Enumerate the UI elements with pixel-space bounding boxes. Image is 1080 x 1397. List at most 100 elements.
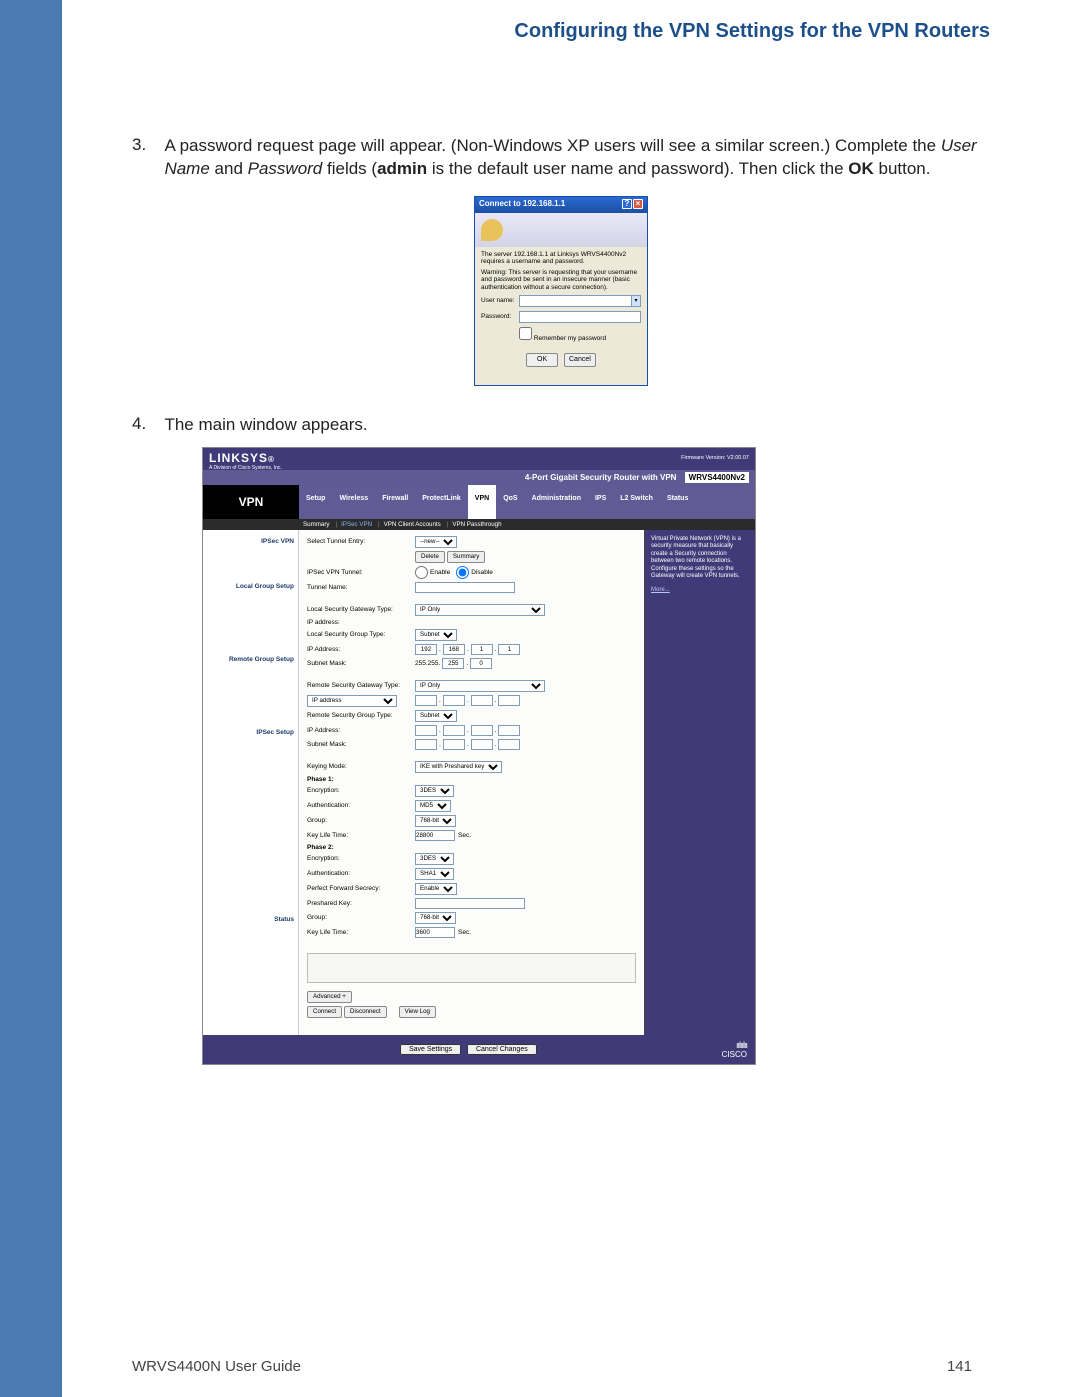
- remote-gw-ip-4[interactable]: [498, 695, 520, 706]
- enable-radio[interactable]: Enable: [415, 566, 450, 579]
- local-mask-3[interactable]: [442, 658, 464, 669]
- subtab-vpn-passthrough[interactable]: VPN Passthrough: [452, 521, 501, 528]
- p1-auth-label: Authentication:: [307, 802, 415, 809]
- router-bottom-bar: Save Settings Cancel Changes ıılıılıı CI…: [203, 1035, 755, 1064]
- local-gw-type-select[interactable]: IP Only: [415, 604, 545, 616]
- step-4-text: The main window appears.: [164, 414, 984, 437]
- local-ip-4[interactable]: [498, 644, 520, 655]
- disable-radio[interactable]: Disable: [456, 566, 493, 579]
- username-dropdown-icon[interactable]: ▾: [631, 295, 641, 307]
- remote-mask-1[interactable]: [415, 739, 437, 750]
- p1-auth-select[interactable]: MD5: [415, 800, 451, 812]
- remember-checkbox[interactable]: [519, 327, 532, 340]
- remote-ip-1[interactable]: [415, 725, 437, 736]
- cancel-changes-button[interactable]: Cancel Changes: [467, 1044, 537, 1055]
- tab-l2-switch[interactable]: L2 Switch: [613, 485, 660, 519]
- help-more-link[interactable]: More...: [651, 587, 670, 593]
- tab-protectlink[interactable]: ProtectLink: [415, 485, 468, 519]
- keying-select[interactable]: IKE with Preshared key: [415, 761, 502, 773]
- remote-ip-2[interactable]: [443, 725, 465, 736]
- xp-msg-1: The server 192.168.1.1 at Linksys WRVS44…: [481, 251, 641, 266]
- p2-enc-select[interactable]: 3DES: [415, 853, 454, 865]
- local-ip-2[interactable]: [443, 644, 465, 655]
- p2-klt-input[interactable]: [415, 927, 455, 938]
- p2-group-select[interactable]: 768-bit: [415, 912, 456, 924]
- subtab-ipsec-vpn[interactable]: IPSec VPN: [341, 521, 372, 528]
- cancel-button[interactable]: Cancel: [564, 353, 596, 367]
- subtab-summary[interactable]: Summary: [303, 521, 329, 528]
- close-icon[interactable]: ×: [633, 199, 643, 209]
- remote-mask-3[interactable]: [471, 739, 493, 750]
- remote-ip-3[interactable]: [471, 725, 493, 736]
- remote-mask-label: Subnet Mask:: [307, 741, 415, 748]
- help-icon[interactable]: ?: [622, 199, 632, 209]
- remote-group-type-label: Remote Security Group Type:: [307, 712, 415, 719]
- tab-firewall[interactable]: Firewall: [375, 485, 415, 519]
- remember-label: Remember my password: [534, 335, 606, 342]
- pfs-select[interactable]: Enable: [415, 883, 457, 895]
- connect-button[interactable]: Connect: [307, 1006, 342, 1018]
- ok-button[interactable]: OK: [526, 353, 558, 367]
- p1-group-select[interactable]: 768-bit: [415, 815, 456, 827]
- local-group-type-label: Local Security Group Type:: [307, 631, 415, 638]
- advanced-button[interactable]: Advanced +: [307, 991, 352, 1003]
- status-box: [307, 953, 636, 983]
- local-group-type-select[interactable]: Subnet: [415, 629, 457, 641]
- remote-ip-mode-select[interactable]: IP address: [307, 695, 397, 707]
- xp-msg-2: Warning: This server is requesting that …: [481, 269, 641, 291]
- tab-setup[interactable]: Setup: [299, 485, 332, 519]
- password-input[interactable]: [519, 311, 641, 323]
- tunnel-select[interactable]: --new--: [415, 536, 457, 548]
- cisco-text: CISCO: [722, 1050, 747, 1059]
- tab-wireless[interactable]: Wireless: [332, 485, 375, 519]
- remote-gw-ip-3[interactable]: [471, 695, 493, 706]
- xp-titlebar: Connect to 192.168.1.1 × ?: [475, 197, 647, 213]
- remember-checkbox-row[interactable]: Remember my password: [519, 327, 641, 342]
- tab-vpn[interactable]: VPN: [468, 485, 496, 519]
- p1-enc-select[interactable]: 3DES: [415, 785, 454, 797]
- section-logo: VPN: [203, 485, 299, 519]
- p1-group-label: Group:: [307, 817, 415, 824]
- remote-ip-4[interactable]: [498, 725, 520, 736]
- xp-title-text: Connect to 192.168.1.1: [479, 199, 565, 208]
- delete-button[interactable]: Delete: [415, 551, 445, 563]
- remote-mask-2[interactable]: [443, 739, 465, 750]
- tab-administration[interactable]: Administration: [525, 485, 588, 519]
- section-ipsec-vpn: IPSec VPN: [203, 534, 298, 549]
- pfs-label: Perfect Forward Secrecy:: [307, 885, 415, 892]
- local-ip-addr-label: IP address:: [307, 619, 415, 626]
- remote-gw-type-select[interactable]: IP Only: [415, 680, 545, 692]
- section-sidebar: IPSec VPN Local Group Setup Remote Group…: [203, 530, 299, 1035]
- tunnel-name-input[interactable]: [415, 582, 515, 593]
- section-local-group: Local Group Setup: [203, 579, 298, 594]
- router-form: Select Tunnel Entry: --new-- Delete Summ…: [299, 530, 645, 1035]
- save-settings-button[interactable]: Save Settings: [400, 1044, 461, 1055]
- local-ip-1[interactable]: [415, 644, 437, 655]
- page-header: Configuring the VPN Settings for the VPN…: [62, 20, 990, 60]
- psk-input[interactable]: [415, 898, 525, 909]
- disconnect-button[interactable]: Disconnect: [344, 1006, 387, 1018]
- linksys-logo: LINKSYS® A Division of Cisco Systems, In…: [209, 451, 282, 471]
- tab-qos[interactable]: QoS: [496, 485, 524, 519]
- remote-group-type-select[interactable]: Subnet: [415, 710, 457, 722]
- subtab-vpn-client-accounts[interactable]: VPN Client Accounts: [384, 521, 441, 528]
- p2-auth-select[interactable]: SHA1: [415, 868, 454, 880]
- local-gw-type-label: Local Security Gateway Type:: [307, 606, 415, 613]
- summary-button[interactable]: Summary: [447, 551, 485, 563]
- username-input[interactable]: [519, 295, 632, 307]
- p1-klt-input[interactable]: [415, 830, 455, 841]
- viewlog-button[interactable]: View Log: [399, 1006, 436, 1018]
- tab-status[interactable]: Status: [660, 485, 695, 519]
- remote-gw-ip-2[interactable]: [443, 695, 465, 706]
- remote-gw-ip-1[interactable]: [415, 695, 437, 706]
- section-status: Status: [203, 912, 298, 927]
- remote-mask-4[interactable]: [498, 739, 520, 750]
- tab-ips[interactable]: IPS: [588, 485, 613, 519]
- help-sidebar: Virtual Private Network (VPN) is a secur…: [645, 530, 755, 1035]
- router-model: WRVS4400Nv2: [685, 472, 749, 483]
- step-3: 3. A password request page will appear. …: [132, 135, 990, 181]
- step-4: 4. The main window appears.: [132, 414, 990, 437]
- p1-klt-label: Key Life Time:: [307, 832, 415, 839]
- local-mask-4[interactable]: [470, 658, 492, 669]
- local-ip-3[interactable]: [471, 644, 493, 655]
